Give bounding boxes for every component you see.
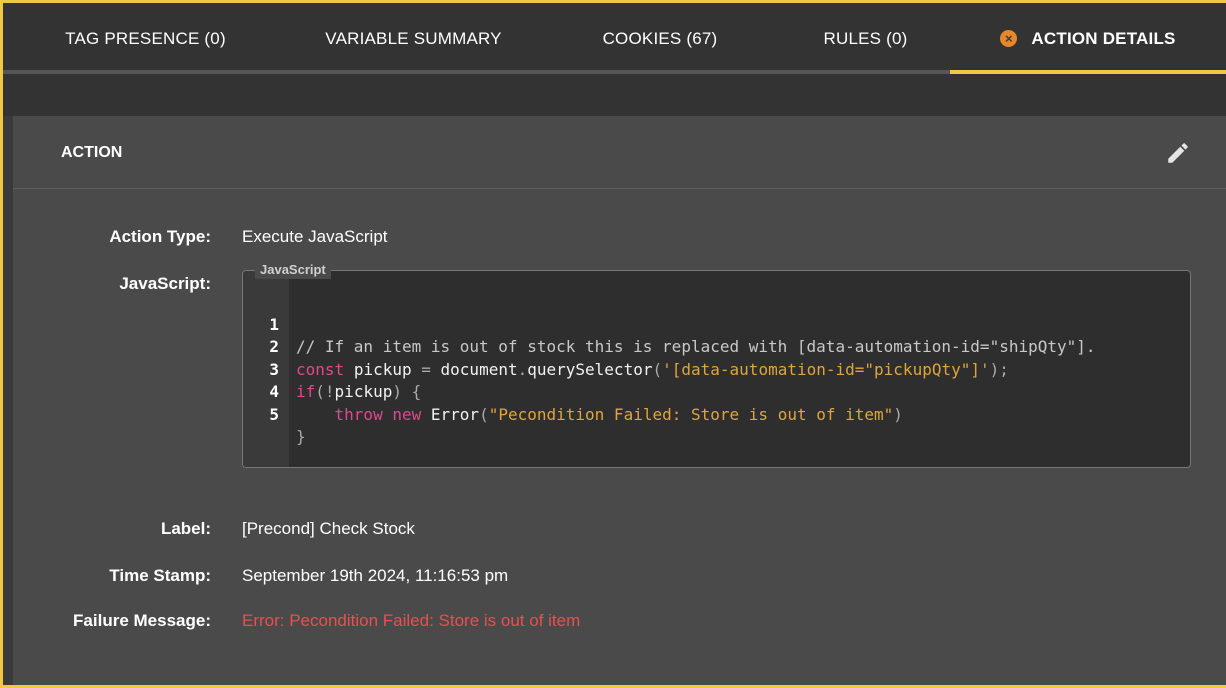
code-line: 1 // If an item is out of stock this is … [243,291,1190,357]
app-frame: TAG PRESENCE (0) VARIABLE SUMMARY COOKIE… [0,0,1226,688]
code-line: 3 if(!pickup) { [243,336,1190,402]
tab-label: TAG PRESENCE (0) [65,28,226,48]
failure-message-value: Error: Pecondition Failed: Store is out … [242,611,581,630]
code-editor[interactable]: JavaScript 1 // If an item is out of sto… [242,261,1191,468]
action-panel: ACTION Action Type: Execute JavaScript J… [13,116,1226,685]
code-legend: JavaScript [255,261,331,279]
action-type-label: Action Type: [109,227,211,246]
panel-title: ACTION [61,144,123,161]
code-lines: 1 // If an item is out of stock this is … [243,291,1190,447]
tab-label: ACTION DETAILS [1031,28,1176,48]
tab-rules[interactable]: RULES (0) [781,3,950,74]
javascript-label: JavaScript: [119,274,211,293]
close-icon[interactable]: × [1000,30,1018,47]
timestamp-label: Time Stamp: [109,566,211,585]
tab-bar: TAG PRESENCE (0) VARIABLE SUMMARY COOKIE… [3,3,1226,74]
tab-label: RULES (0) [823,28,908,48]
line-number: 5 [269,404,279,424]
tab-label: COOKIES (67) [602,28,718,48]
timestamp-value: September 19th 2024, 11:16:53 pm [242,566,509,585]
code-text: } [296,427,306,446]
label-value: [Precond] Check Stock [242,519,415,538]
tab-variable-summary[interactable]: VARIABLE SUMMARY [288,3,539,74]
action-type-value: Execute JavaScript [242,227,388,246]
failure-message-label: Failure Message: [73,611,211,630]
tab-bar-spacer [3,74,1226,116]
pencil-icon[interactable] [1165,140,1191,166]
tab-tag-presence[interactable]: TAG PRESENCE (0) [3,3,288,74]
code-line: 4 throw new Error("Pecondition Failed: S… [243,359,1190,424]
tab-label: VARIABLE SUMMARY [325,28,502,48]
code-line: 5 } [243,381,1190,447]
tab-action-details[interactable]: × ACTION DETAILS [950,3,1226,74]
tab-cookies[interactable]: COOKIES (67) [539,3,781,74]
code-line: 2 const pickup = document.querySelector(… [243,314,1190,379]
code-text: throw new Error("Pecondition Failed: Sto… [334,404,903,424]
panel-header: ACTION [13,116,1226,189]
label-label: Label: [160,519,211,538]
